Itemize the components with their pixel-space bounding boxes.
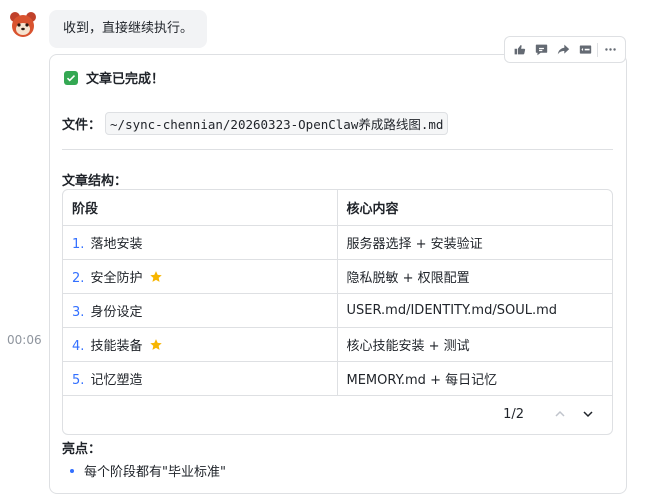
star-icon — [149, 338, 162, 350]
row-index: 5. — [72, 372, 85, 388]
content-cell: 服务器选择 + 安装验证 — [337, 225, 612, 260]
message-toolbar — [504, 36, 626, 63]
highlight-text: 每个阶段都有"毕业标准" — [84, 465, 226, 480]
chevron-up-icon[interactable] — [550, 404, 570, 424]
file-path-code[interactable]: ~/sync-chennian/20260323-OpenClaw养成路线图.m… — [105, 112, 449, 135]
table-row: 3. 身份设定 USER.md/IDENTITY.md/SOUL.md — [63, 293, 612, 328]
stage-text: 身份设定 — [90, 304, 143, 320]
page-indicator: 1/2 — [503, 406, 524, 422]
thumbs-up-icon[interactable] — [510, 40, 530, 60]
stage-text: 记忆塑造 — [90, 372, 143, 388]
table-pager: 1/2 — [63, 394, 612, 434]
stage-text: 安全防护 — [90, 270, 143, 286]
forward-icon[interactable] — [554, 40, 574, 60]
stage-cell: 5. 记忆塑造 — [63, 361, 338, 396]
quote-icon[interactable] — [575, 40, 595, 60]
row-index: 1. — [72, 236, 85, 252]
section-divider — [62, 149, 613, 150]
user-message-bubble: 收到，直接继续执行。 — [49, 10, 208, 48]
column-header-content: 核心内容 — [337, 190, 612, 226]
structure-table: 阶段 核心内容 1. 落地安装 服务器选择 + 安装验证 2. 安全防护 隐私脱… — [62, 189, 613, 435]
row-index: 2. — [72, 270, 85, 286]
table-row: 4. 技能装备 核心技能安装 + 测试 — [63, 327, 612, 362]
content-cell: MEMORY.md + 每日记忆 — [337, 361, 612, 396]
row-index: 3. — [72, 304, 85, 320]
toolbar-divider — [597, 42, 599, 57]
column-header-stage: 阶段 — [63, 190, 338, 226]
table-row: 5. 记忆塑造 MEMORY.md + 每日记忆 — [63, 361, 612, 396]
table-row: 1. 落地安装 服务器选择 + 安装验证 — [63, 225, 612, 260]
stage-cell: 2. 安全防护 — [63, 259, 338, 294]
content-cell: USER.md/IDENTITY.md/SOUL.md — [337, 293, 612, 328]
user-message-text: 收到，直接继续执行。 — [63, 21, 194, 36]
structure-title: 文章结构： — [62, 174, 128, 189]
message-timestamp: 00:06 — [7, 333, 42, 347]
content-cell: 核心技能安装 + 测试 — [337, 327, 612, 362]
file-label: 文件： — [62, 118, 102, 133]
highlights-title: 亮点： — [62, 442, 102, 457]
table-header-row: 阶段 核心内容 — [63, 190, 612, 226]
more-icon[interactable] — [600, 40, 620, 60]
bot-avatar[interactable] — [8, 10, 38, 40]
content-cell: 隐私脱敏 + 权限配置 — [337, 259, 612, 294]
stage-cell: 4. 技能装备 — [63, 327, 338, 362]
chevron-down-icon[interactable] — [578, 404, 598, 424]
list-item: 每个阶段都有"毕业标准" — [70, 461, 226, 480]
stage-cell: 3. 身份设定 — [63, 293, 338, 328]
bullet-icon — [70, 468, 74, 473]
stage-cell: 1. 落地安装 — [63, 225, 338, 260]
comment-icon[interactable] — [532, 40, 552, 60]
completion-status: 文章已完成！ — [64, 68, 164, 87]
row-index: 4. — [72, 338, 85, 354]
check-mark-icon — [64, 70, 78, 85]
file-info: 文件： ~/sync-chennian/20260323-OpenClaw养成路… — [62, 112, 449, 135]
stage-text: 落地安装 — [90, 236, 143, 252]
table-row: 2. 安全防护 隐私脱敏 + 权限配置 — [63, 259, 612, 294]
star-icon — [149, 270, 162, 282]
completion-text: 文章已完成！ — [86, 72, 165, 87]
stage-text: 技能装备 — [90, 338, 143, 354]
